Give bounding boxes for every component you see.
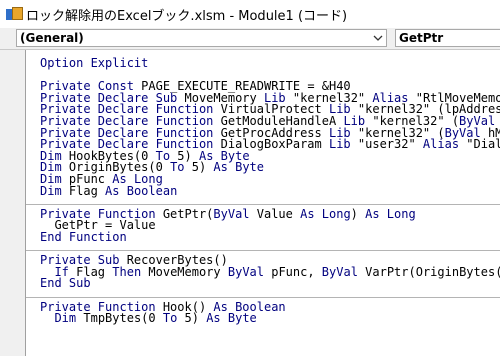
- code-text: VarPtr(OriginBytes(0): [365, 264, 500, 279]
- code-keyword: ByVal: [321, 264, 358, 279]
- code-editor[interactable]: Option Explicit Private Const PAGE_EXECUT…: [26, 50, 500, 356]
- code-line[interactable]: If Flag Then MoveMemory ByVal pFunc, ByV…: [40, 266, 500, 278]
- code-keyword: ByVal: [227, 264, 264, 279]
- code-text: pFunc,: [264, 264, 322, 279]
- code-keyword: As Byte: [213, 160, 264, 175]
- object-combo-value: (General): [20, 31, 84, 45]
- code-line[interactable]: Option Explicit: [40, 57, 148, 69]
- code-keyword: As Long: [365, 206, 416, 221]
- procedure-separator: [26, 250, 500, 252]
- code-keyword: ByVal: [213, 206, 250, 221]
- code-line[interactable]: Dim TmpBytes(0 To 5) As Byte: [40, 311, 257, 326]
- code-line[interactable]: End Function: [40, 231, 127, 243]
- procedure-combo-value: GetPtr: [399, 31, 444, 45]
- code-keyword: Dim: [54, 311, 77, 326]
- code-text: Flag: [61, 183, 106, 198]
- code-text: 5): [184, 160, 214, 175]
- code-keyword: Dim: [40, 183, 62, 198]
- code-text: TmpBytes(0: [76, 311, 163, 326]
- code-text: GetPtr(: [155, 206, 214, 221]
- code-keyword: End Sub: [40, 276, 91, 291]
- code-text: "Dialog: [466, 137, 500, 152]
- code-keyword: Then: [112, 264, 142, 279]
- code-line[interactable]: End Sub: [40, 277, 91, 289]
- chevron-down-icon[interactable]: [370, 30, 386, 46]
- code-keyword: End Function: [40, 230, 127, 244]
- code-text: 5): [177, 311, 207, 326]
- code-keyword: Lib: [328, 137, 351, 152]
- code-text: Value: [249, 206, 301, 221]
- code-keyword: To: [162, 311, 178, 326]
- procedure-separator: [26, 204, 500, 205]
- code-keyword: As Byte: [206, 311, 257, 326]
- code-text: ): [350, 206, 366, 221]
- title-bar: ロック解除用のExcelブック.xlsm - Module1 (コード): [0, 0, 500, 28]
- code-line[interactable]: Dim Flag As Boolean: [40, 185, 177, 197]
- code-keyword: Option Explicit: [40, 56, 149, 70]
- margin-indicator-bar[interactable]: [0, 50, 26, 356]
- code-window-toolbar: (General) GetPtr: [0, 28, 500, 50]
- code-keyword: As Boolean: [105, 183, 178, 198]
- code-text: MoveMemory: [141, 264, 228, 279]
- code-keyword: Alias: [422, 137, 460, 152]
- code-text: "user32": [350, 137, 423, 152]
- object-combo[interactable]: (General): [16, 29, 387, 47]
- code-keyword: To: [170, 160, 185, 175]
- vba-module-icon: [6, 6, 23, 22]
- procedure-separator: [26, 296, 500, 298]
- procedure-combo[interactable]: GetPtr: [395, 29, 500, 47]
- code-keyword: As Long: [300, 206, 351, 221]
- window-title: ロック解除用のExcelブック.xlsm - Module1 (コード): [26, 8, 348, 24]
